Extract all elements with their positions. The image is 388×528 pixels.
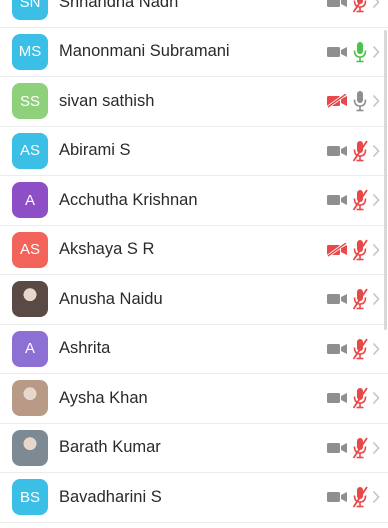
participant-row[interactable]: SS sivan sathish [0,77,388,127]
participant-name: Barath Kumar [59,438,161,457]
chevron-right-icon[interactable] [372,292,380,306]
microphone-icon[interactable] [352,41,368,63]
participant-row[interactable]: MS Manonmani Subramani [0,28,388,77]
video-camera-icon[interactable] [326,441,348,455]
participant-row[interactable]: Barath Kumar [0,424,388,473]
microphone-icon[interactable] [352,239,368,261]
avatar-initials: AS [19,241,40,259]
avatar: A [12,330,48,367]
microphone-icon[interactable] [352,437,368,459]
participant-row[interactable]: A Acchutha Krishnan [0,176,388,226]
video-camera-icon[interactable] [326,490,348,504]
avatar [12,429,48,466]
scrollbar[interactable] [384,30,387,330]
video-camera-icon[interactable] [326,94,348,109]
participant-row[interactable]: A Ashrita [0,325,388,374]
microphone-icon[interactable] [352,140,368,162]
participant-row[interactable]: SN Srinandha Nadh [0,0,388,28]
chevron-right-icon[interactable] [372,94,380,108]
participant-name: Srinandha Nadh [59,0,179,11]
participant-row[interactable]: BS Bavadharini S [0,473,388,523]
participant-row[interactable]: AS Abirami S [0,127,388,176]
participant-name: sivan sathish [59,91,155,110]
participant-row[interactable]: AS Akshaya S R [0,226,388,275]
participant-row[interactable]: Anusha Naidu [0,275,388,325]
chevron-right-icon[interactable] [372,144,380,158]
participant-name: Aysha Khan [59,388,148,407]
video-camera-icon[interactable] [326,0,348,9]
microphone-icon[interactable] [352,288,368,310]
microphone-icon[interactable] [352,338,368,360]
chevron-right-icon[interactable] [372,391,380,405]
microphone-icon[interactable] [352,387,368,409]
video-camera-icon[interactable] [326,45,348,59]
chevron-right-icon[interactable] [372,490,380,504]
microphone-icon[interactable] [352,486,368,508]
microphone-icon[interactable] [352,90,368,112]
chevron-right-icon[interactable] [372,0,380,9]
avatar-initials: SS [19,92,40,110]
chevron-right-icon[interactable] [372,342,380,356]
video-camera-icon[interactable] [326,242,348,257]
avatar [12,380,48,417]
chevron-right-icon[interactable] [372,441,380,455]
avatar-initials: AS [19,142,40,160]
avatar: A [12,182,48,219]
avatar: AS [12,132,48,169]
participant-row[interactable]: Aysha Khan [0,374,388,424]
avatar-initials: MS [18,43,42,61]
avatar-initials: A [24,340,35,358]
avatar-initials: BS [19,488,40,506]
participant-name: Akshaya S R [59,240,155,259]
microphone-icon[interactable] [352,0,368,13]
participant-name: Abirami S [59,141,131,160]
avatar: AS [12,231,48,268]
avatar: SS [12,83,48,120]
avatar-initials: SN [19,0,41,11]
participant-name: Manonmani Subramani [59,42,230,61]
video-camera-icon[interactable] [326,292,348,306]
avatar [12,281,48,318]
video-camera-icon[interactable] [326,342,348,356]
video-camera-icon[interactable] [326,193,348,207]
video-camera-icon[interactable] [326,391,348,405]
avatar: MS [12,33,48,70]
participant-name: Acchutha Krishnan [59,190,198,209]
participant-name: Anusha Naidu [59,289,163,308]
avatar-initials: A [24,191,35,209]
participant-list: SN Srinandha Nadh MS Manonmani Subramani… [0,0,388,523]
participant-name: Ashrita [59,339,111,358]
chevron-right-icon[interactable] [372,243,380,257]
microphone-icon[interactable] [352,189,368,211]
participant-name: Bavadharini S [59,487,162,506]
chevron-right-icon[interactable] [372,45,380,59]
video-camera-icon[interactable] [326,144,348,158]
avatar: BS [12,479,48,516]
avatar: SN [12,0,48,21]
chevron-right-icon[interactable] [372,193,380,207]
